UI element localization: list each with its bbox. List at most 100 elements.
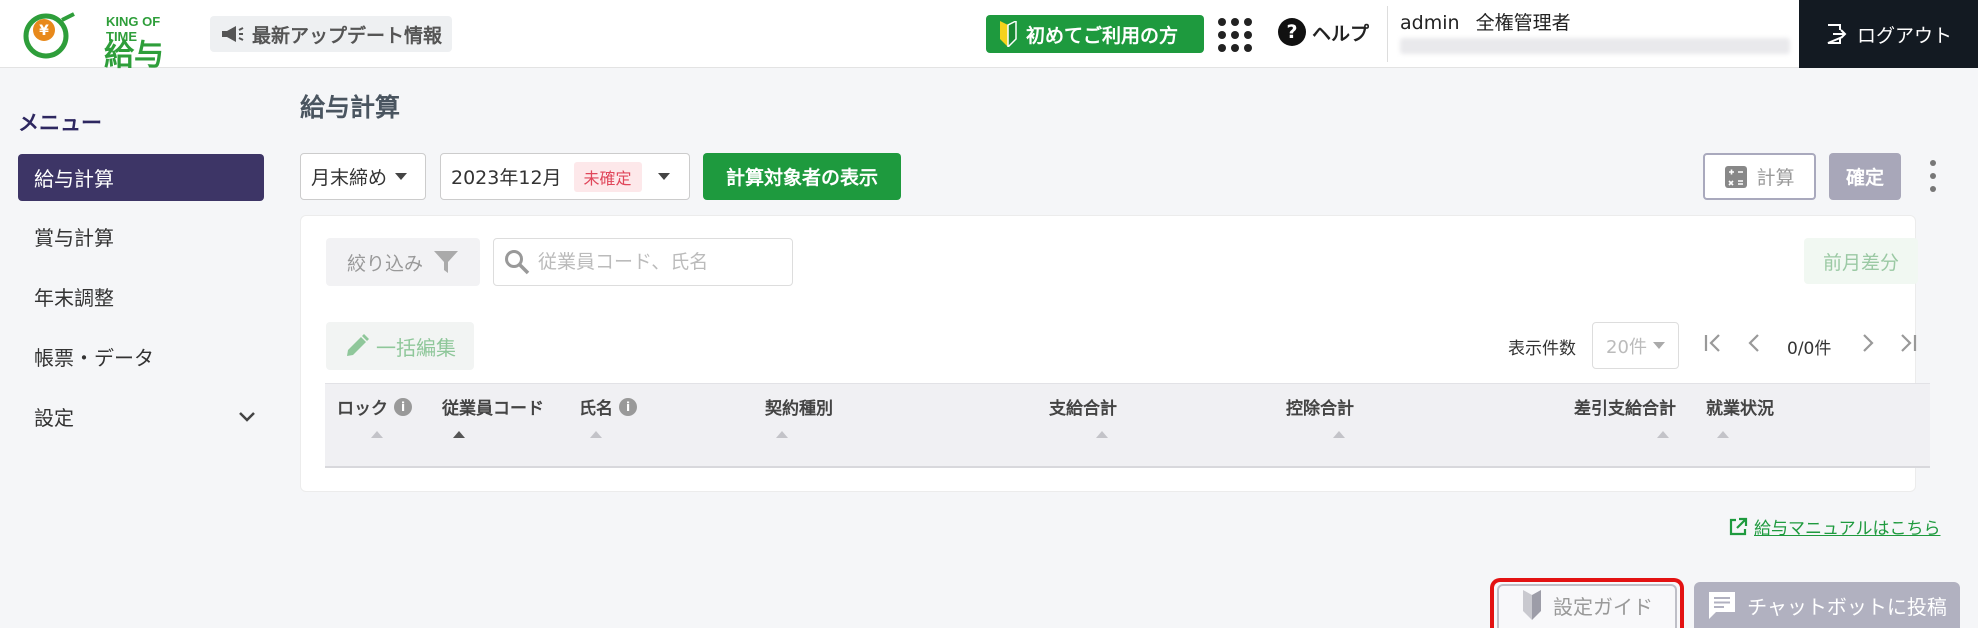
help-label: ヘルプ <box>1312 22 1370 45</box>
closing-select[interactable]: 月末締め <box>300 153 426 200</box>
sort-icon[interactable] <box>453 431 465 438</box>
previous-month-diff-button[interactable]: 前月差分 <box>1804 238 1918 284</box>
megaphone-icon <box>222 26 244 42</box>
column-label: 差引支給合計 <box>1574 399 1676 419</box>
sidebar-item-payroll[interactable]: 給与計算 <box>18 154 264 201</box>
sidebar-item-reports[interactable]: 帳票・データ <box>18 333 264 380</box>
info-icon[interactable]: i <box>619 397 637 416</box>
caret-down-icon <box>395 173 408 180</box>
user-role: 全権管理者 <box>1475 12 1571 34</box>
last-page-icon[interactable] <box>1897 332 1919 354</box>
sidebar-item-label: 賞与計算 <box>34 226 114 250</box>
chevron-down-icon <box>239 411 255 422</box>
sidebar-item-bonus[interactable]: 賞与計算 <box>18 213 264 260</box>
sidebar-item-label: 設定 <box>34 406 74 430</box>
show-targets-button[interactable]: 計算対象者の表示 <box>703 153 901 200</box>
page-title: 給与計算 <box>300 93 401 122</box>
sort-icon[interactable] <box>590 431 602 438</box>
beginner-guide-label: 初めてご利用の方 <box>1026 24 1179 47</box>
column-label: ロック <box>337 399 388 419</box>
caret-down-icon <box>1652 342 1665 349</box>
column-total-payment[interactable]: 支給合計 <box>1049 394 1117 419</box>
app-logo[interactable]: ¥ KING OF TIME 給与 <box>22 8 172 73</box>
bulk-edit-button[interactable]: 一括編集 <box>326 322 474 370</box>
sort-icon[interactable] <box>776 431 788 438</box>
bulk-edit-label: 一括編集 <box>376 335 456 360</box>
search-icon <box>505 250 530 275</box>
sort-icon[interactable] <box>371 431 383 438</box>
logout-icon <box>1827 24 1847 44</box>
closing-select-value: 月末締め <box>311 167 388 189</box>
column-label: 控除合計 <box>1286 399 1354 419</box>
logo-product-text: 給与 <box>104 38 164 73</box>
filter-label: 絞り込み <box>346 252 423 275</box>
sort-icon[interactable] <box>1333 431 1345 438</box>
calculate-button[interactable]: 計算 <box>1703 153 1816 200</box>
user-subinfo-blurred <box>1400 38 1790 54</box>
sidebar-item-label: 給与計算 <box>34 167 114 191</box>
calculator-icon <box>1725 165 1748 188</box>
column-label: 従業員コード <box>442 399 544 419</box>
column-label: 就業状況 <box>1706 399 1774 419</box>
column-contract-type[interactable]: 契約種別 <box>765 394 833 419</box>
period-select-value: 2023年12月 <box>451 167 562 189</box>
payroll-manual-link[interactable]: 給与マニュアルはこちら <box>1728 514 1941 539</box>
logout-button[interactable]: ログアウト <box>1799 0 1978 68</box>
sidebar-item-year-end[interactable]: 年末調整 <box>18 273 264 320</box>
calculate-label: 計算 <box>1756 167 1795 189</box>
sidebar-item-settings[interactable]: 設定 <box>18 393 264 440</box>
top-header: ¥ KING OF TIME 給与 最新アップデート情報 初めてご利用の方 ? … <box>0 0 1978 73</box>
sidebar-item-label: 帳票・データ <box>34 346 154 370</box>
filter-icon <box>434 251 458 273</box>
column-label: 契約種別 <box>765 399 833 419</box>
update-news-button[interactable]: 最新アップデート情報 <box>210 16 453 52</box>
sort-icon[interactable] <box>1657 431 1669 438</box>
prev-page-icon[interactable] <box>1744 332 1766 354</box>
chat-bubble-icon <box>1709 592 1736 619</box>
user-info: admin 全権管理者 <box>1400 8 1571 35</box>
app-grid-icon[interactable] <box>1218 18 1252 52</box>
more-options-icon[interactable] <box>1928 160 1938 192</box>
search-box[interactable] <box>493 238 793 286</box>
period-status-badge: 未確定 <box>573 161 642 192</box>
sort-icon[interactable] <box>1717 431 1729 438</box>
column-label: 支給合計 <box>1049 399 1117 419</box>
column-employee-code[interactable]: 従業員コード <box>442 394 544 419</box>
setup-guide-inner-border <box>1497 584 1677 628</box>
search-input[interactable] <box>538 251 778 273</box>
beginner-guide-button[interactable]: 初めてご利用の方 <box>986 15 1204 53</box>
info-icon[interactable]: i <box>394 397 412 416</box>
period-select[interactable]: 2023年12月 未確定 <box>440 153 690 200</box>
sidebar-item-label: 年末調整 <box>34 286 114 310</box>
column-net-payment[interactable]: 差引支給合計 <box>1574 394 1676 419</box>
next-page-icon[interactable] <box>1856 332 1878 354</box>
external-link-icon <box>1729 517 1748 535</box>
yen-logo-icon: ¥ <box>23 12 75 59</box>
page-count: 0/0件 <box>1787 339 1832 359</box>
chatbot-button[interactable]: チャットボットに投稿 <box>1694 582 1960 628</box>
column-name[interactable]: 氏名 i <box>579 394 637 419</box>
manual-link-label: 給与マニュアルはこちら <box>1754 519 1941 539</box>
column-work-status[interactable]: 就業状況 <box>1706 394 1774 419</box>
logout-label: ログアウト <box>1856 24 1952 47</box>
sidebar-title: メニュー <box>18 111 102 135</box>
caret-down-icon <box>657 173 670 180</box>
per-page-label: 表示件数 <box>1508 339 1576 359</box>
per-page-select[interactable]: 20件 <box>1592 322 1679 369</box>
beginner-mark-icon <box>1000 21 1017 47</box>
update-news-label: 最新アップデート情報 <box>252 24 443 47</box>
column-lock[interactable]: ロック i <box>337 394 412 419</box>
table-header <box>325 383 1930 468</box>
sort-icon[interactable] <box>1096 431 1108 438</box>
pencil-icon <box>347 334 369 356</box>
first-page-icon[interactable] <box>1702 332 1724 354</box>
help-button[interactable]: ? ヘルプ <box>1278 18 1369 46</box>
svg-text:¥: ¥ <box>39 23 49 39</box>
column-label: 氏名 <box>579 399 613 419</box>
user-name: admin <box>1400 12 1460 34</box>
column-total-deduction[interactable]: 控除合計 <box>1286 394 1354 419</box>
filter-button[interactable]: 絞り込み <box>326 238 480 286</box>
chatbot-label: チャットボットに投稿 <box>1747 594 1947 619</box>
per-page-value: 20件 <box>1606 336 1647 358</box>
confirm-button[interactable]: 確定 <box>1829 153 1901 200</box>
